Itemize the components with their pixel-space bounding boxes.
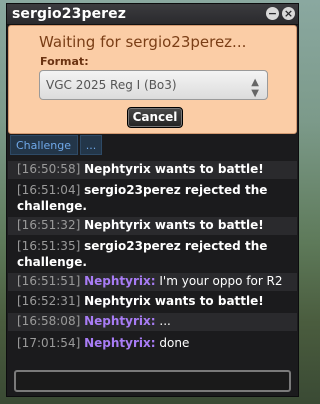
username[interactable]: Nephtyrix: bbox=[84, 336, 155, 350]
message-text: Nephtyrix wants to battle! bbox=[84, 218, 264, 232]
timestamp: [16:51:35] bbox=[17, 239, 81, 253]
chat-message: [17:01:54] Nephtyrix: done bbox=[8, 335, 297, 353]
tab-challenge[interactable]: Challenge bbox=[10, 135, 78, 155]
window-title: sergio23perez bbox=[12, 6, 127, 22]
message-input[interactable] bbox=[14, 370, 291, 392]
timestamp: [16:58:08] bbox=[17, 314, 81, 328]
chat-message: [16:51:32] Nephtyrix wants to battle! bbox=[8, 217, 297, 235]
timestamp: [16:51:32] bbox=[17, 218, 81, 232]
timestamp: [16:52:31] bbox=[17, 294, 81, 308]
cancel-button[interactable]: Cancel bbox=[127, 107, 183, 128]
timestamp: [17:01:54] bbox=[17, 336, 81, 350]
titlebar[interactable]: sergio23perez − × bbox=[7, 4, 298, 25]
close-icon[interactable]: × bbox=[282, 7, 295, 20]
timestamp: [16:51:51] bbox=[17, 274, 81, 288]
message-text: Nephtyrix wants to battle! bbox=[84, 294, 264, 308]
chevron-down-icon: ▲ ▼ bbox=[251, 77, 259, 99]
private-message-window: sergio23perez − × Waiting for sergio23pe… bbox=[6, 3, 299, 397]
chat-message: [16:52:31] Nephtyrix wants to battle! bbox=[8, 293, 297, 311]
tab-more[interactable]: ... bbox=[80, 135, 102, 155]
tab-bar: Challenge ... bbox=[8, 135, 297, 155]
format-value: VGC 2025 Reg I (Bo3) bbox=[46, 78, 177, 92]
timestamp: [16:51:04] bbox=[17, 183, 81, 197]
chat-message: [16:51:04] sergio23perez rejected the ch… bbox=[8, 181, 297, 215]
chat-message: [16:51:51] Nephtyrix: I'm your oppo for … bbox=[8, 273, 297, 291]
minimize-icon[interactable]: − bbox=[266, 7, 279, 20]
timestamp: [16:50:58] bbox=[17, 162, 81, 176]
chat-message: [16:51:35] sergio23perez rejected the ch… bbox=[8, 237, 297, 271]
message-text: done bbox=[159, 336, 190, 350]
chat-message: [16:58:08] Nephtyrix: ... bbox=[8, 313, 297, 331]
format-select[interactable]: VGC 2025 Reg I (Bo3) ▲ ▼ bbox=[39, 70, 268, 100]
format-label: Format: bbox=[40, 55, 89, 68]
message-text: I'm your oppo for R2 bbox=[159, 274, 283, 288]
message-text: ... bbox=[159, 314, 171, 328]
chat-message: [16:50:58] Nephtyrix wants to battle! bbox=[8, 161, 297, 179]
waiting-text: Waiting for sergio23perez... bbox=[39, 33, 247, 51]
challenge-panel: Waiting for sergio23perez... Format: VGC… bbox=[8, 25, 297, 134]
username[interactable]: Nephtyrix: bbox=[84, 314, 155, 328]
message-text: Nephtyrix wants to battle! bbox=[84, 162, 264, 176]
username[interactable]: Nephtyrix: bbox=[84, 274, 155, 288]
chat-log[interactable]: [16:50:58] Nephtyrix wants to battle! [1… bbox=[8, 161, 297, 363]
